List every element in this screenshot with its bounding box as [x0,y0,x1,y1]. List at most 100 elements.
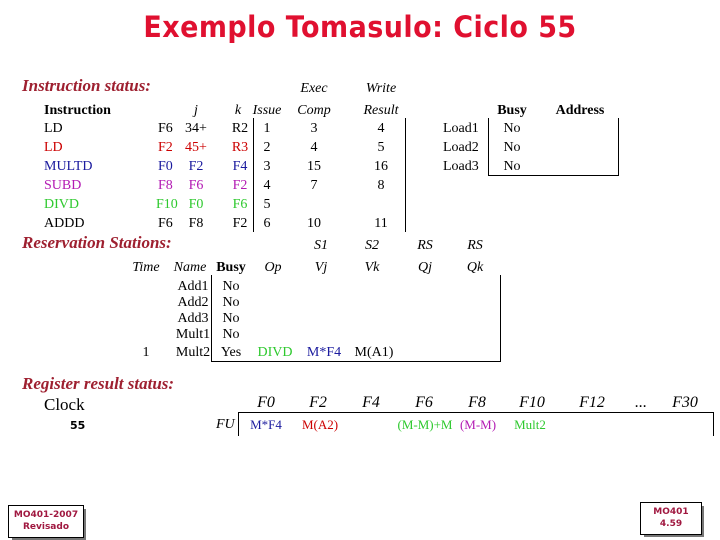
instruction-status-heading: Instruction status: [22,76,151,95]
instruction-k: F6 [232,197,248,212]
instruction-op: LD [44,121,63,136]
rs-header-vk: Vk [364,260,380,275]
instruction-exec-comp: 3 [310,121,318,136]
rs-busy: No [222,311,240,326]
footer-left-stamp: MO401-2007 Revisado [8,505,84,538]
footer-right-line1: MO401 [653,507,689,517]
instruction-header-write: Write [365,81,397,96]
register-result-status-heading: Register result status: [22,374,175,393]
instruction-header-instruction: Instruction [44,103,111,118]
footer-right-line2: 4.59 [659,519,683,529]
footer-left-line2: Revisado [22,522,70,532]
instruction-write-result: 8 [377,178,385,193]
instruction-table-right-rule [405,118,406,232]
load-table-right-rule [618,118,619,176]
register-header-f30: F30 [672,394,698,411]
register-value-f2: M(A2) [301,417,339,432]
load-buffer-busy: No [503,159,521,174]
register-value-f0: M*F4 [250,417,282,432]
instruction-exec-comp: 7 [310,178,318,193]
instruction-j: F2 [188,159,204,174]
instruction-issue: 4 [263,178,271,193]
register-value-f8: (M-M) [459,417,497,432]
clock-value: 55 [70,419,86,432]
load-buffer-name: Load3 [443,159,479,174]
register-header-f4: F4 [362,394,380,411]
footer-left-line1: MO401-2007 [13,510,79,520]
instruction-dest: F2 [158,140,173,155]
rs-vk: M(A1) [354,345,394,360]
instruction-header-result: Result [363,103,399,118]
register-table-left-rule [238,412,239,436]
instruction-header-k: k [234,103,242,118]
load-buffer-name: Load2 [443,140,479,155]
rs-vj: M*F4 [306,345,342,360]
instruction-op: LD [44,140,63,155]
instruction-write-result: 11 [374,216,388,231]
register-header-f8: F8 [468,394,486,411]
rs-header-rs-qj: RS [417,238,433,253]
register-header-f12: F12 [579,394,605,411]
instruction-j: 45+ [185,140,207,155]
load-table-left-rule [488,118,489,176]
footer-right-stamp: MO401 4.59 [640,502,702,535]
register-header-f2: F2 [309,394,327,411]
load-header-busy: Busy [497,103,527,118]
fu-label: FU [216,417,235,432]
rs-busy: No [222,279,240,294]
instruction-exec-comp: 10 [307,216,321,231]
rs-name: Add1 [177,279,209,294]
instruction-op: ADDD [44,216,85,231]
rs-op: DIVD [257,345,293,360]
rs-header-qk: Qk [466,260,484,275]
instruction-header-comp: Comp [297,103,331,118]
rs-header-rs-qk: RS [467,238,483,253]
load-buffer-busy: No [503,140,521,155]
register-header-ellipsis: ... [635,394,647,411]
rs-header-vj: Vj [314,260,328,275]
register-header-f6: F6 [415,394,433,411]
instruction-k: R3 [231,140,249,155]
instruction-dest: F0 [158,159,173,174]
rs-name: Mult2 [175,345,211,360]
load-buffer-name: Load1 [443,121,479,136]
rs-header-time: Time [132,260,160,275]
rs-busy: Yes [220,345,242,360]
instruction-j: F6 [188,178,204,193]
instruction-op: MULTD [44,159,93,174]
instruction-k: F4 [232,159,248,174]
instruction-header-j: j [194,103,198,118]
instruction-issue: 2 [263,140,271,155]
rs-header-qj: Qj [418,260,432,275]
rs-header-s2: S2 [365,238,379,253]
rs-table-bottom-rule [211,361,501,362]
instruction-dest: F6 [158,216,173,231]
register-header-f10: F10 [519,394,545,411]
instruction-dest: F6 [158,121,173,136]
page-title: Exemplo Tomasulo: Ciclo 55 [143,10,577,44]
rs-busy: No [222,327,240,342]
instruction-dest: F8 [158,178,173,193]
register-table-top-rule [238,412,714,413]
instruction-table-left-rule [253,118,254,232]
instruction-issue: 6 [263,216,271,231]
instruction-k: F2 [232,178,248,193]
load-buffer-busy: No [503,121,521,136]
instruction-op: DIVD [44,197,79,212]
instruction-dest: F10 [156,197,178,212]
instruction-write-result: 5 [377,140,385,155]
instruction-exec-comp: 4 [310,140,318,155]
instruction-k: F2 [232,216,248,231]
instruction-exec-comp: 15 [307,159,321,174]
register-header-f0: F0 [257,394,275,411]
instruction-write-result: 16 [374,159,388,174]
load-header-address: Address [555,103,605,118]
register-value-f6: (M-M)+M [397,417,453,432]
instruction-k: R2 [231,121,249,136]
rs-busy: No [222,295,240,310]
rs-name: Add3 [177,311,209,326]
rs-header-op: Op [264,260,282,275]
instruction-issue: 5 [263,197,271,212]
instruction-j: F0 [188,197,204,212]
instruction-issue: 3 [263,159,271,174]
